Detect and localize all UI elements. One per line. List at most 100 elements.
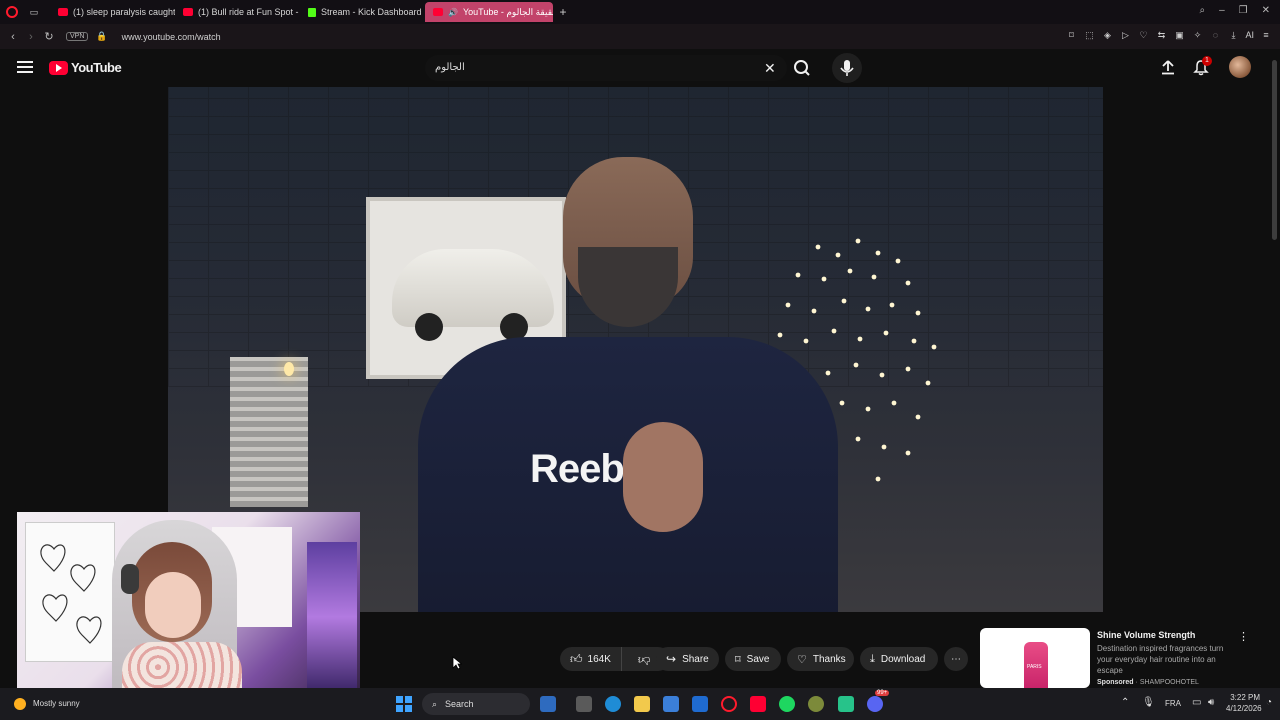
ai-button[interactable]: AI	[1245, 29, 1254, 41]
youtube-icon	[183, 8, 193, 16]
minimize-icon[interactable]: –	[1219, 5, 1225, 16]
bookmark-save-icon: ⌑	[735, 653, 741, 666]
tab-menu-icon[interactable]: ▭	[28, 6, 40, 18]
product-bottle: PARIS	[1024, 642, 1048, 688]
advertiser-name: SHAMPOOHOTEL	[1139, 679, 1199, 686]
clock-time: 3:22 PM	[1230, 693, 1260, 702]
clear-search-icon[interactable]: ✕	[764, 60, 776, 77]
reload-icon[interactable]: ↻	[40, 30, 58, 43]
new-tab-button[interactable]: +	[557, 6, 569, 18]
rtl-icon[interactable]: ⇆	[1155, 29, 1167, 41]
forward-icon[interactable]: ›	[22, 31, 40, 43]
thumbs-down-icon: 👍︎	[637, 652, 651, 667]
ad-description: Destination inspired fragrances turn you…	[1097, 644, 1224, 675]
webcam-overlay	[17, 512, 360, 705]
taskbar-search-label: Search	[445, 699, 474, 709]
discord-badge: 99+	[875, 690, 890, 696]
wallet-icon[interactable]: ◌	[1209, 29, 1221, 41]
app-icon[interactable]	[808, 696, 824, 712]
tab-kick-dashboard[interactable]: Stream - Kick Dashboard	[300, 2, 425, 22]
ai-label: AI	[1245, 30, 1254, 40]
tab-bull-ride[interactable]: (1) Bull ride at Fun Spot - Y	[175, 2, 300, 22]
youtube-logo[interactable]: YouTube	[49, 60, 122, 75]
search-button[interactable]	[787, 55, 817, 81]
sidebar-menu-icon[interactable]: ≡	[1260, 29, 1272, 41]
tray-chevron-up-icon[interactable]: ⌃	[1121, 697, 1129, 708]
ad-title[interactable]: Shine Volume Strength	[1097, 630, 1195, 640]
search-tabs-icon[interactable]: ⌕	[1199, 5, 1205, 16]
more-horizontal-icon: ⋯	[951, 653, 961, 665]
download-browser-icon[interactable]: ⤓	[1227, 29, 1239, 41]
share-button[interactable]: ↪ Share	[656, 647, 719, 671]
thanks-label: Thanks	[812, 653, 846, 665]
lock-icon[interactable]: 🔒	[96, 31, 107, 42]
heart-icon[interactable]: ♡	[1137, 29, 1149, 41]
outlook-icon[interactable]	[692, 696, 708, 712]
snapshot-icon[interactable]: ⬚	[1083, 29, 1095, 41]
sponsored-ad[interactable]: PARIS Shine Volume Strength Destination …	[980, 628, 1250, 688]
shield-icon[interactable]: ◈	[1101, 29, 1113, 41]
weather-text[interactable]: Mostly sunny	[33, 699, 80, 708]
thumbs-up-icon: 👍︎	[570, 651, 583, 666]
create-upload-button[interactable]	[1160, 59, 1176, 80]
restore-icon[interactable]: ❐	[1239, 5, 1248, 16]
youtube-taskbar-icon[interactable]	[750, 696, 766, 712]
bookmark-icon[interactable]: ⌑	[1065, 29, 1077, 41]
kick-taskbar-icon[interactable]	[838, 696, 854, 712]
extension-icon[interactable]: ▣	[1173, 29, 1185, 41]
car-wheel	[415, 313, 443, 341]
discord-icon[interactable]: 99+	[867, 690, 890, 712]
avatar[interactable]	[1229, 56, 1251, 78]
thanks-button[interactable]: ♡ Thanks	[787, 647, 854, 671]
opera-taskbar-icon[interactable]	[721, 696, 737, 712]
network-icon[interactable]: ▭	[1192, 697, 1201, 708]
like-count: 164K	[587, 653, 611, 665]
spotify-icon[interactable]	[779, 696, 795, 712]
like-button[interactable]: 👍︎ 164K	[560, 647, 622, 671]
taskbar-search-icon: ⌕	[432, 698, 438, 709]
address-bar: ‹ › ↻ VPN 🔒 www.youtube.com/watch ⌑ ⬚ ◈ …	[0, 24, 1280, 49]
windows-start-icon[interactable]	[396, 696, 412, 712]
voice-search-button[interactable]	[832, 53, 862, 83]
youtube-icon	[58, 8, 68, 16]
more-actions-button[interactable]: ⋯	[944, 647, 968, 671]
ad-thumbnail[interactable]: PARIS	[980, 628, 1090, 688]
taskbar-search[interactable]: ⌕ Search	[422, 693, 530, 715]
file-explorer-icon[interactable]	[634, 696, 650, 712]
page-scrollbar[interactable]	[1272, 60, 1277, 240]
hamburger-menu-icon[interactable]	[17, 61, 33, 73]
opera-menu-icon[interactable]	[6, 6, 18, 18]
streamer-face	[145, 572, 201, 638]
download-button[interactable]: ⤓ Download	[860, 647, 938, 671]
tray-microphone-icon[interactable]: 🎙︎	[1142, 697, 1155, 708]
download-icon: ⤓	[870, 652, 875, 665]
youtube-play-icon	[49, 60, 68, 75]
ad-menu-icon[interactable]: ⋮	[1238, 630, 1249, 643]
tab-sleep-paralysis[interactable]: (1) sleep paralysis caught	[50, 2, 175, 22]
language-indicator[interactable]: FRA	[1165, 699, 1181, 708]
back-icon[interactable]: ‹	[4, 31, 22, 43]
notification-center-icon[interactable]: ◔	[1266, 697, 1272, 708]
volume-icon[interactable]: 🔊︎	[1208, 697, 1214, 708]
notifications-button[interactable]: 1	[1193, 56, 1212, 81]
puzzle-icon[interactable]: ✧	[1191, 29, 1203, 41]
store-icon[interactable]	[663, 696, 679, 712]
search-input[interactable]: الجالوم	[425, 55, 787, 81]
tab-label: (1) Bull ride at Fun Spot - Y	[198, 7, 300, 17]
upload-icon	[1162, 60, 1174, 75]
url-field[interactable]: www.youtube.com/watch	[122, 32, 221, 42]
copilot-icon[interactable]	[540, 696, 556, 712]
close-window-icon[interactable]: ✕	[1262, 5, 1270, 16]
tab-youtube-active[interactable]: 🔊 (1) حقيقة الجالوم - YouTube	[425, 2, 553, 22]
task-view-icon[interactable]	[576, 696, 592, 712]
search-icon	[794, 60, 810, 76]
hearts-poster	[25, 522, 115, 662]
speaker-icon[interactable]: 🔊	[448, 8, 458, 17]
clock[interactable]: 3:22 PM 4/12/2026	[1226, 692, 1262, 714]
edge-icon[interactable]	[605, 696, 621, 712]
player-icon[interactable]: ▷	[1119, 29, 1131, 41]
weather-sun-icon[interactable]	[14, 698, 26, 710]
neon-light	[307, 542, 357, 692]
vpn-badge[interactable]: VPN	[66, 32, 89, 41]
save-button[interactable]: ⌑ Save	[725, 647, 781, 671]
